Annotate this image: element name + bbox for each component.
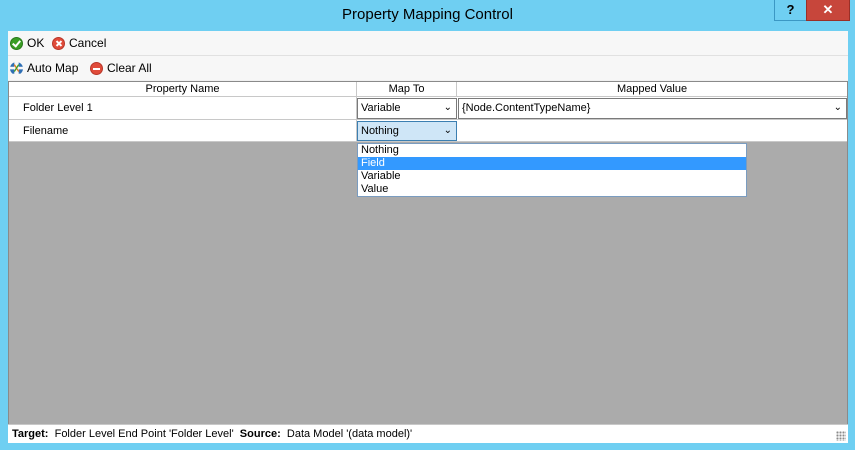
title-bar: Property Mapping Control ? ✕ — [0, 0, 855, 30]
clear-all-button[interactable]: Clear All — [90, 59, 152, 77]
cancel-label: Cancel — [69, 36, 107, 50]
map-to-select[interactable]: Variable ⌄ — [357, 98, 457, 119]
dropdown-option[interactable]: Nothing — [358, 144, 746, 157]
cancel-button[interactable]: Cancel — [52, 34, 106, 52]
header-mapped-value[interactable]: Mapped Value — [457, 82, 847, 97]
ok-button[interactable]: OK — [10, 34, 44, 52]
target-label: Target: — [12, 428, 49, 440]
chevron-down-icon[interactable]: ⌄ — [834, 99, 842, 117]
property-name-cell[interactable]: Filename — [9, 120, 357, 141]
mapped-value-cell[interactable] — [457, 120, 847, 141]
table-row[interactable]: Filename Nothing ⌄ — [9, 120, 847, 142]
mapping-grid: Property Name Map To Mapped Value Folder… — [8, 81, 848, 426]
mapped-value-select[interactable]: {Node.ContentTypeName} ⌄ — [458, 98, 847, 119]
header-map-to[interactable]: Map To — [357, 82, 457, 97]
source-value: Data Model '(data model)' — [286, 428, 413, 440]
toolbar-ok-cancel: OK Cancel — [8, 31, 848, 56]
source-label: Source: — [239, 428, 281, 440]
cancel-icon — [52, 36, 65, 50]
status-bar: Target: Folder Level End Point 'Folder L… — [8, 424, 848, 443]
client-area: OK Cancel Auto Map Clear All Property Na… — [8, 31, 848, 443]
map-to-value: Variable — [361, 102, 401, 114]
dropdown-option-highlighted[interactable]: Field — [358, 157, 746, 170]
ok-label: OK — [27, 36, 45, 50]
auto-map-label: Auto Map — [27, 61, 79, 75]
map-to-value: Nothing — [361, 125, 399, 137]
clear-all-label: Clear All — [107, 61, 152, 75]
dropdown-option[interactable]: Value — [358, 183, 746, 196]
chevron-down-icon[interactable]: ⌄ — [444, 122, 452, 140]
target-value: Folder Level End Point 'Folder Level' — [54, 428, 234, 440]
mapped-value-text: {Node.ContentTypeName} — [462, 102, 591, 114]
check-icon — [10, 36, 23, 50]
dropdown-option[interactable]: Variable — [358, 170, 746, 183]
auto-map-button[interactable]: Auto Map — [10, 59, 78, 77]
property-name-cell[interactable]: Folder Level 1 — [9, 97, 357, 119]
help-button[interactable]: ? — [774, 0, 807, 21]
chevron-down-icon[interactable]: ⌄ — [444, 99, 452, 117]
window-title: Property Mapping Control — [342, 6, 513, 23]
map-to-dropdown-list: Nothing Field Variable Value — [357, 143, 747, 197]
header-property-name[interactable]: Property Name — [9, 82, 357, 97]
map-to-select-open[interactable]: Nothing ⌄ — [357, 121, 457, 141]
auto-map-icon — [10, 61, 23, 74]
property-mapping-window: Property Mapping Control ? ✕ OK Cancel A… — [0, 0, 855, 450]
toolbar-automap: Auto Map Clear All — [8, 56, 848, 80]
table-row[interactable]: Folder Level 1 Variable ⌄ {Node.ContentT… — [9, 97, 847, 120]
resize-grip-icon[interactable] — [836, 431, 846, 441]
close-button[interactable]: ✕ — [806, 0, 850, 21]
clear-icon — [90, 61, 103, 75]
